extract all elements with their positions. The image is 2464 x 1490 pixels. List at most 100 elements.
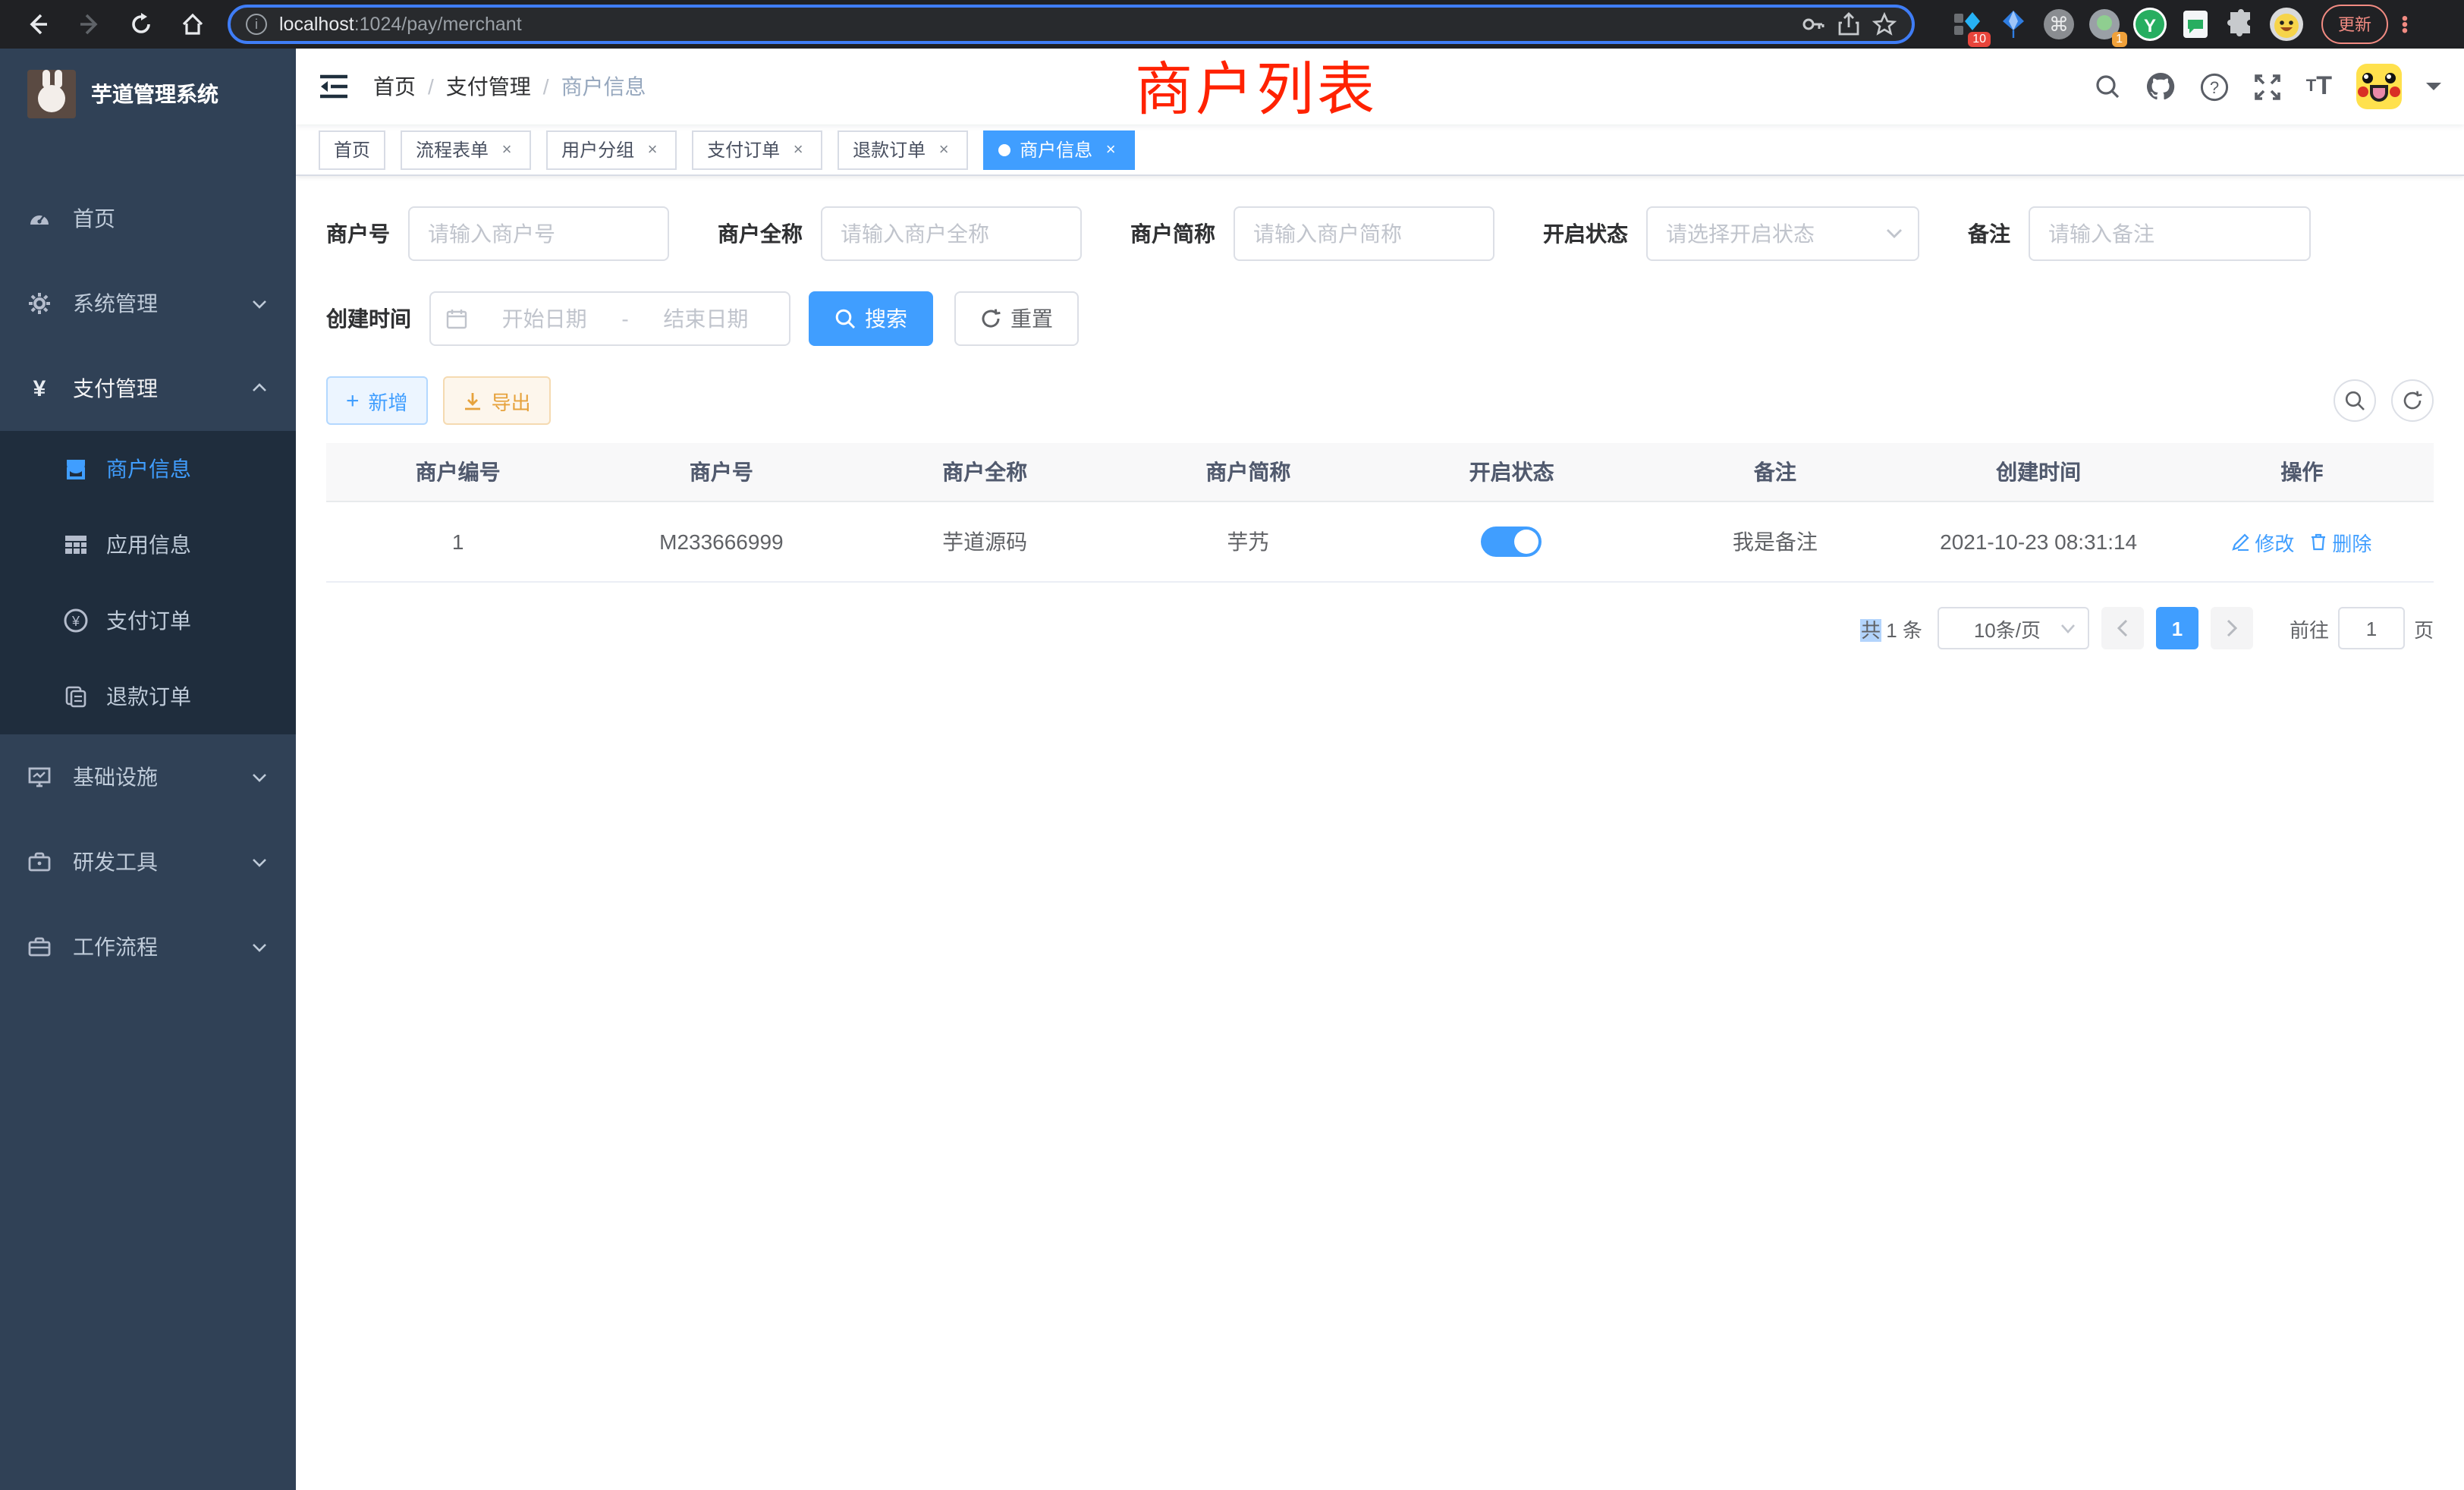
fullscreen-icon[interactable] (2253, 72, 2282, 101)
edit-link[interactable]: 修改 (2232, 527, 2294, 556)
browser-menu-icon[interactable]: ••• (2394, 15, 2415, 33)
short-name-input[interactable] (1234, 206, 1494, 261)
merchant-no-input[interactable] (408, 206, 669, 261)
reset-button[interactable]: 重置 (954, 291, 1079, 346)
chevron-left-icon (2117, 619, 2129, 637)
toggle-search-button[interactable] (2334, 379, 2376, 422)
y-glyph: Y (2144, 16, 2156, 36)
date-range-picker[interactable]: 开始日期 - 结束日期 (429, 291, 790, 346)
select-caret-icon (2060, 623, 2076, 633)
browser-forward-icon[interactable] (67, 5, 112, 44)
extension-chat-icon[interactable] (2176, 5, 2215, 44)
tab-refund-order[interactable]: 退款订单× (838, 130, 968, 169)
header-search-icon[interactable] (2094, 73, 2121, 100)
page-1-button[interactable]: 1 (2156, 607, 2198, 649)
logo-avatar (27, 70, 76, 118)
status-toggle[interactable] (1482, 527, 1542, 557)
cell-merchant-id: 1 (326, 502, 589, 581)
search-icon (2344, 390, 2365, 411)
export-button[interactable]: 导出 (443, 376, 551, 425)
sidebar-item-workflow[interactable]: 工作流程 (0, 904, 296, 989)
extension-diamond-icon[interactable]: 10 (1948, 5, 1988, 44)
cell-create-time: 2021-10-23 08:31:14 (1907, 502, 2170, 581)
refresh-table-button[interactable] (2391, 379, 2434, 422)
plus-icon: + (346, 389, 360, 412)
add-button[interactable]: + 新增 (326, 376, 428, 425)
font-size-icon[interactable]: TT (2306, 71, 2332, 102)
full-name-label: 商户全称 (718, 218, 803, 249)
close-icon[interactable]: × (935, 140, 953, 159)
sidebar-fold-icon[interactable] (319, 73, 349, 100)
trash-icon (2309, 533, 2327, 551)
sidebar-item-pay-order[interactable]: ¥ 支付订单 (0, 583, 296, 659)
short-name-label: 商户简称 (1130, 218, 1215, 249)
browser-update-button[interactable]: 更新 (2321, 5, 2388, 44)
sidebar-item-pay[interactable]: ¥ 支付管理 (0, 346, 296, 431)
tab-pay-order[interactable]: 支付订单× (692, 130, 822, 169)
goto-page-input[interactable] (2338, 607, 2405, 649)
yen-icon: ¥ (27, 376, 52, 401)
close-icon[interactable]: × (643, 140, 662, 159)
browser-toolbar: i localhost:1024/pay/merchant 10 ⌘ 1 (0, 0, 2464, 49)
password-key-icon[interactable] (1801, 12, 1825, 36)
sidebar-item-infra[interactable]: 基础设施 (0, 734, 296, 819)
page-size-select[interactable]: 10条/页 (1938, 607, 2089, 649)
sidebar-item-refund-order[interactable]: 退款订单 (0, 659, 296, 734)
extension-badge: 1 (2111, 32, 2127, 47)
chevron-down-icon (250, 768, 269, 786)
total-count: 共 1 条 (1861, 614, 1922, 643)
table-header: 商户编号 商户号 商户全称 商户简称 开启状态 备注 创建时间 操作 (326, 443, 2434, 502)
shop-icon (64, 457, 88, 481)
prev-page-button[interactable] (2101, 607, 2144, 649)
extension-command-icon[interactable]: ⌘ (2039, 5, 2079, 44)
browser-back-icon[interactable] (15, 5, 61, 44)
sidebar-item-system[interactable]: 系统管理 (0, 261, 296, 346)
sidebar-item-devtools[interactable]: 研发工具 (0, 819, 296, 904)
chevron-down-icon (250, 294, 269, 313)
close-icon[interactable]: × (1102, 140, 1120, 159)
user-avatar[interactable] (2356, 64, 2402, 109)
github-icon[interactable] (2145, 71, 2176, 102)
share-icon[interactable] (1837, 12, 1860, 36)
bookmark-star-icon[interactable] (1872, 12, 1897, 36)
search-button[interactable]: 搜索 (809, 291, 933, 346)
sidebar-item-home[interactable]: 首页 (0, 176, 296, 261)
extension-dot-icon[interactable]: 1 (2085, 5, 2124, 44)
grid-icon (64, 533, 88, 557)
sidebar-item-app-info[interactable]: 应用信息 (0, 507, 296, 583)
breadcrumb-pay[interactable]: 支付管理 (446, 71, 531, 102)
address-bar[interactable]: i localhost:1024/pay/merchant (228, 5, 1915, 44)
extension-y-icon[interactable]: Y (2130, 5, 2170, 44)
sidebar-item-merchant-info[interactable]: 商户信息 (0, 431, 296, 507)
close-icon[interactable]: × (789, 140, 807, 159)
next-page-button[interactable] (2211, 607, 2253, 649)
extension-kite-icon[interactable] (1994, 5, 2033, 44)
tags-view-bar: 首页 流程表单× 用户分组× 支付订单× 退款订单× 商户信息× (296, 124, 2464, 176)
profile-avatar-icon[interactable] (2267, 5, 2306, 44)
help-icon[interactable]: ? (2200, 72, 2229, 101)
tab-user-group[interactable]: 用户分组× (546, 130, 677, 169)
breadcrumb-current: 商户信息 (561, 71, 646, 102)
edit-pencil-icon (2232, 533, 2250, 551)
chevron-down-icon (250, 853, 269, 871)
tab-home[interactable]: 首页 (319, 130, 385, 169)
browser-reload-icon[interactable] (118, 5, 164, 44)
browser-home-icon[interactable] (170, 5, 215, 44)
site-info-icon[interactable]: i (246, 14, 267, 35)
tab-process-form[interactable]: 流程表单× (401, 130, 531, 169)
svg-text:⌘: ⌘ (2049, 13, 2069, 36)
annotation-text: 商户列表 (1135, 42, 1378, 126)
close-icon[interactable]: × (498, 140, 516, 159)
delete-link[interactable]: 删除 (2309, 527, 2371, 556)
full-name-input[interactable] (821, 206, 1082, 261)
breadcrumb-home[interactable]: 首页 (373, 71, 416, 102)
avatar-caret-icon[interactable] (2426, 80, 2441, 93)
gear-icon (27, 291, 52, 316)
tab-merchant-info[interactable]: 商户信息× (983, 130, 1135, 169)
breadcrumb: 首页 / 支付管理 / 商户信息 (373, 71, 646, 102)
extensions-puzzle-icon[interactable] (2221, 5, 2261, 44)
status-select[interactable]: 请选择开启状态 (1646, 206, 1919, 261)
briefcase-icon (27, 935, 52, 959)
remark-input[interactable] (2029, 206, 2311, 261)
app-logo[interactable]: 芋道管理系统 (0, 49, 296, 140)
